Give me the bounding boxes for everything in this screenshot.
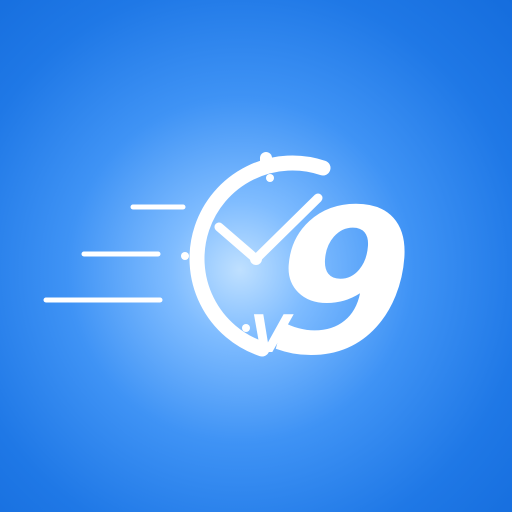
speed-lines-icon — [43, 204, 186, 303]
app-icon: V 9 — [0, 0, 512, 512]
tick-top — [266, 174, 274, 182]
stopwatch-center — [250, 253, 262, 265]
logo-mark: V 9 — [43, 152, 419, 400]
tick-left — [181, 252, 189, 260]
version-number: 9 — [264, 167, 419, 400]
tick-bottom — [242, 324, 250, 332]
